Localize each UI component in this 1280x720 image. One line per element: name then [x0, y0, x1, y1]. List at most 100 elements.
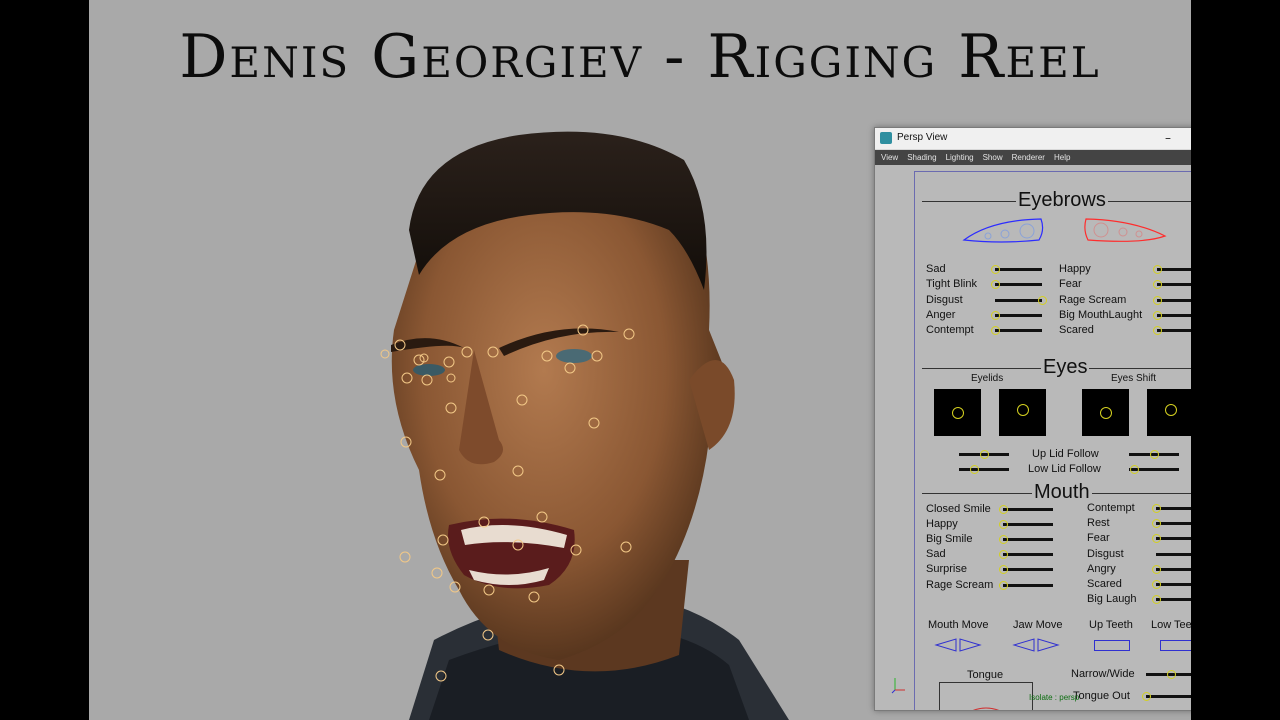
brow-scared-slider[interactable]	[1153, 326, 1191, 336]
mouth-rest-knob[interactable]	[1152, 519, 1161, 529]
low-teeth-control[interactable]	[1160, 640, 1191, 651]
tongue-label: Tongue	[967, 669, 1004, 681]
mouth-happy-knob[interactable]	[999, 520, 1008, 530]
right-brow-control[interactable]	[1083, 216, 1169, 246]
menu-help[interactable]: Help	[1054, 153, 1070, 162]
brow-sad-slider[interactable]	[991, 265, 1042, 274]
mouth-disgust-slider[interactable]	[1156, 552, 1191, 556]
mouth-move-control[interactable]	[934, 638, 982, 652]
up-lid-follow-right-knob[interactable]	[1150, 450, 1159, 459]
brow-anger-slider[interactable]	[991, 310, 1042, 320]
eyelid-left-knob[interactable]	[952, 407, 964, 419]
persp-view-window[interactable]: Persp View – ☐ ✕ View Shading Lighting S…	[874, 127, 1191, 711]
eye-shift-right-pad[interactable]	[1147, 389, 1191, 436]
mouth-contempt-label: Contempt	[1087, 502, 1135, 514]
brow-tight-blink-slider[interactable]	[991, 280, 1042, 290]
mouth-happy-slider[interactable]	[999, 520, 1053, 530]
mouth-angry-knob[interactable]	[1152, 564, 1161, 574]
jaw-move-control[interactable]	[1012, 638, 1060, 652]
menu-view[interactable]: View	[881, 153, 898, 162]
brow-anger-knob[interactable]	[991, 310, 1000, 320]
mouth-scared-knob[interactable]	[1152, 580, 1161, 589]
mouth-contempt-knob[interactable]	[1152, 504, 1161, 513]
menu-shading[interactable]: Shading	[907, 153, 936, 162]
mouth-surprise-slider[interactable]	[999, 565, 1053, 575]
mouth-contempt-slider[interactable]	[1152, 504, 1191, 513]
narrow-wide-label: Narrow/Wide	[1071, 668, 1135, 680]
brow-anger-label: Anger	[926, 308, 956, 321]
up-lid-follow-left-knob[interactable]	[980, 450, 989, 459]
mouth-fear-label: Fear	[1087, 532, 1110, 545]
brow-sad-knob[interactable]	[991, 265, 1000, 274]
mouth-sad-knob[interactable]	[999, 550, 1008, 560]
mouth-closed-smile-slider[interactable]	[999, 505, 1053, 514]
eyes-heading: Eyes	[1041, 356, 1090, 379]
mouth-rage-scream-knob[interactable]	[999, 580, 1008, 590]
mouth-angry-slider[interactable]	[1152, 564, 1191, 574]
mouth-big-laugh-slider[interactable]	[1152, 595, 1191, 605]
brow-happy-knob[interactable]	[1153, 265, 1162, 274]
viewport[interactable]: Eyebrows Sad Tight Blink Disgust Anger Conte…	[875, 165, 1191, 710]
mouth-big-laugh-knob[interactable]	[1152, 595, 1161, 605]
brow-disgust-slider[interactable]	[995, 295, 1047, 305]
brow-fear-knob[interactable]	[1153, 280, 1162, 290]
brow-sad-label: Sad	[926, 263, 946, 275]
mouth-big-laugh-label: Big Laugh	[1087, 593, 1137, 606]
brow-rage-scream-knob[interactable]	[1153, 295, 1162, 305]
up-teeth-control[interactable]	[1094, 640, 1130, 651]
mouth-angry-label: Angry	[1087, 562, 1116, 575]
low-lid-follow-left-slider[interactable]	[959, 465, 1009, 474]
brow-disgust-knob[interactable]	[1038, 295, 1047, 305]
mouth-closed-smile-label: Closed Smile	[926, 503, 991, 515]
tongue-pad[interactable]	[939, 682, 1033, 711]
mouth-fear-knob[interactable]	[1152, 534, 1161, 544]
menu-renderer[interactable]: Renderer	[1012, 153, 1045, 162]
low-lid-follow-right-knob[interactable]	[1130, 465, 1139, 474]
eyelid-right-pad[interactable]	[999, 389, 1046, 436]
mouth-closed-smile-knob[interactable]	[999, 505, 1008, 514]
menu-lighting[interactable]: Lighting	[946, 153, 974, 162]
minimize-button[interactable]: –	[1155, 130, 1181, 147]
eye-shift-right-knob[interactable]	[1165, 404, 1177, 416]
narrow-wide-knob[interactable]	[1167, 670, 1176, 679]
brow-contempt-slider[interactable]	[991, 326, 1042, 336]
low-lid-follow-left-knob[interactable]	[970, 465, 979, 474]
mouth-move-label: Mouth Move	[928, 619, 989, 631]
mouth-rest-slider[interactable]	[1152, 519, 1191, 529]
mouth-rage-scream-slider[interactable]	[999, 580, 1053, 590]
mouth-fear-slider[interactable]	[1152, 534, 1191, 544]
mouth-big-smile-knob[interactable]	[999, 535, 1008, 545]
mouth-scared-slider[interactable]	[1152, 580, 1191, 589]
eye-shift-left-pad[interactable]	[1082, 389, 1129, 436]
tongue-control[interactable]	[940, 683, 1032, 711]
brow-happy-slider[interactable]	[1153, 265, 1191, 274]
brow-big-mouthlaught-slider[interactable]	[1153, 310, 1191, 320]
mouth-sad-slider[interactable]	[999, 550, 1053, 560]
tongue-out-knob[interactable]	[1142, 692, 1151, 701]
low-lid-follow-right-slider[interactable]	[1129, 465, 1179, 474]
up-lid-follow-left-slider[interactable]	[959, 450, 1009, 459]
brow-contempt-label: Contempt	[926, 324, 974, 337]
brow-tight-blink-knob[interactable]	[991, 280, 1000, 290]
window-titlebar[interactable]: Persp View – ☐ ✕	[875, 128, 1191, 150]
mouth-happy-label: Happy	[926, 518, 958, 531]
brow-fear-slider[interactable]	[1153, 280, 1191, 290]
brow-happy-label: Happy	[1059, 263, 1091, 275]
mouth-big-smile-slider[interactable]	[999, 535, 1053, 545]
eye-shift-left-knob[interactable]	[1100, 407, 1112, 419]
eyelid-left-pad[interactable]	[934, 389, 981, 436]
brow-contempt-knob[interactable]	[991, 326, 1000, 336]
left-brow-control[interactable]	[961, 216, 1045, 246]
tongue-out-slider[interactable]	[1142, 692, 1191, 701]
brow-fear-label: Fear	[1059, 278, 1082, 291]
brow-rage-scream-slider[interactable]	[1153, 295, 1191, 305]
brow-scared-knob[interactable]	[1153, 326, 1162, 336]
view-axis-icon	[891, 678, 905, 694]
narrow-wide-slider[interactable]	[1146, 670, 1191, 679]
eyelid-right-knob[interactable]	[1017, 404, 1029, 416]
menu-show[interactable]: Show	[983, 153, 1003, 162]
up-lid-follow-right-slider[interactable]	[1129, 450, 1179, 459]
brow-big-mouthlaught-knob[interactable]	[1153, 310, 1162, 320]
mouth-surprise-knob[interactable]	[999, 565, 1008, 575]
eyes-shift-label: Eyes Shift	[1111, 373, 1157, 384]
